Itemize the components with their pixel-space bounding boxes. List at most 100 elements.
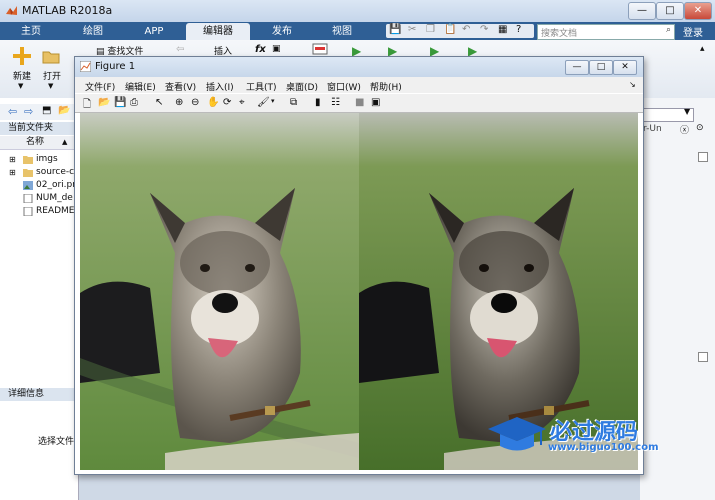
undo-icon[interactable]: ↶ (462, 24, 470, 35)
matlab-logo-icon (5, 4, 18, 17)
list-item[interactable]: NUM_de (36, 193, 73, 203)
new-icon[interactable] (12, 46, 32, 66)
chevron-down-icon[interactable]: ▾ (271, 97, 282, 108)
workspace-item[interactable]: r-Un (643, 124, 662, 134)
legend-icon[interactable]: ☷ (331, 97, 342, 108)
folder-icon (23, 168, 33, 177)
file-icon (23, 206, 33, 217)
search-icon[interactable]: ⌕ (666, 25, 671, 35)
tab-view[interactable]: 视图 (314, 23, 370, 40)
app-titlebar: MATLAB R2018a — □ ✕ (0, 0, 715, 23)
menu-tools[interactable]: 工具(T) (246, 80, 277, 93)
watermark-logo-icon (486, 413, 548, 457)
watermark-url: www.biguo100.com (548, 442, 659, 453)
pan-icon[interactable]: ✋ (207, 97, 219, 108)
help-icon[interactable]: ? (516, 24, 521, 35)
save-figure-icon[interactable]: 💾 (114, 97, 126, 108)
tab-publish[interactable]: 发布 (254, 23, 310, 40)
quick-access-toolbar: 💾 ✂ ❐ 📋 ↶ ↷ ▦ ? (386, 24, 534, 38)
menu-file[interactable]: 文件(F) (85, 80, 115, 93)
chevron-down-icon[interactable]: ▼ (48, 82, 53, 90)
menu-insert[interactable]: 插入(I) (206, 80, 234, 93)
menu-view[interactable]: 查看(V) (165, 80, 196, 93)
copy-icon[interactable]: ❐ (426, 24, 435, 35)
menu-help[interactable]: 帮助(H) (370, 80, 402, 93)
switch-windows-icon[interactable]: ▦ (498, 24, 507, 35)
menu-icon[interactable]: ⊙ (696, 123, 704, 133)
figure-titlebar: Figure 1 — □ ✕ (75, 57, 643, 77)
dock-icon[interactable]: ↘ (629, 80, 636, 89)
back-arrow-icon[interactable]: ⇦ (176, 44, 184, 55)
ribbon-collapse-icon[interactable]: ▴ (700, 44, 705, 54)
list-item[interactable]: 02_ori.pn (36, 180, 78, 190)
expand-icon[interactable]: ⊞ (9, 155, 16, 164)
new-figure-icon[interactable]: 🗋 (83, 97, 94, 110)
minimize-button[interactable]: — (628, 2, 656, 20)
open-button[interactable]: 打开 (43, 69, 61, 82)
redo-icon[interactable]: ↷ (480, 24, 488, 35)
details-text: 选择文件 (38, 437, 75, 447)
tab-plots[interactable]: 绘图 (64, 23, 122, 40)
original-image (80, 113, 359, 470)
file-list-header[interactable]: 名称 ▲ (0, 136, 78, 150)
app-title: MATLAB R2018a (22, 4, 113, 17)
figure-window: Figure 1 — □ ✕ 文件(F) 编辑(E) 查看(V) 插入(I) 工… (74, 56, 644, 475)
name-column-header[interactable]: 名称 (26, 136, 44, 149)
file-icon (23, 193, 33, 204)
open-file-icon[interactable]: 📂 (98, 97, 110, 108)
menu-edit[interactable]: 编辑(E) (125, 80, 156, 93)
scrollbar-handle[interactable] (698, 152, 708, 162)
menu-window[interactable]: 窗口(W) (327, 80, 361, 93)
figure-menubar: 文件(F) 编辑(E) 查看(V) 插入(I) 工具(T) 桌面(D) 窗口(W… (75, 77, 643, 93)
expand-icon[interactable]: ⊞ (9, 168, 16, 177)
paste-icon[interactable]: 📋 (444, 24, 456, 35)
browse-folder-icon[interactable]: 📂 (58, 105, 70, 116)
back-arrow-icon[interactable]: ⇦ (8, 105, 17, 118)
figure-title: Figure 1 (95, 61, 136, 72)
cut-icon[interactable]: ✂ (408, 24, 416, 35)
address-bar: ⇦ ⇨ ⬒ 📂 (0, 104, 78, 120)
folder-icon (23, 155, 33, 164)
chevron-down-icon[interactable]: ▼ (18, 82, 23, 90)
tab-editor[interactable]: 编辑器 (186, 23, 250, 40)
new-button[interactable]: 新建 (13, 69, 31, 82)
fx-button[interactable]: fx (255, 44, 266, 55)
colorbar-icon[interactable]: ▮ (315, 97, 326, 108)
rotate-3d-icon[interactable]: ⟳ (223, 97, 234, 108)
show-plot-tools-icon[interactable]: ▣ (371, 97, 382, 108)
tab-home[interactable]: 主页 (3, 23, 59, 40)
maximize-button[interactable]: □ (656, 2, 684, 20)
figure-maximize-button[interactable]: □ (589, 60, 613, 75)
list-item[interactable]: README (36, 206, 74, 216)
scrollbar-handle[interactable] (698, 352, 708, 362)
chevron-down-icon[interactable]: ▼ (684, 107, 690, 116)
image-file-icon (23, 181, 33, 190)
figure-toolbar: 🗋 📂 💾 ⎙ ↖ ⊕ ⊖ ✋ ⟳ ⌖ 🖌 ▾ ⧉ ▮ ☷ ■ ▣ (75, 94, 643, 113)
save-icon[interactable]: 💾 (389, 24, 401, 35)
zoom-in-icon[interactable]: ⊕ (175, 97, 186, 108)
sort-arrow-icon: ▲ (62, 138, 68, 146)
figure-minimize-button[interactable]: — (565, 60, 589, 75)
tab-apps[interactable]: APP (126, 23, 182, 40)
ribbon-tabbar: 主页 绘图 APP 编辑器 发布 视图 💾 ✂ ❐ 📋 ↶ ↷ ▦ ? 搜索文档… (0, 22, 715, 40)
link-plot-icon[interactable]: ⧉ (290, 97, 301, 108)
close-button[interactable]: ✕ (684, 2, 712, 20)
figure-icon (79, 60, 92, 73)
hide-plot-tools-icon[interactable]: ■ (355, 97, 366, 108)
close-icon[interactable]: ⓧ (680, 123, 689, 136)
search-input[interactable]: 搜索文档 ⌕ (537, 24, 675, 40)
edit-plot-icon[interactable]: ↖ (155, 97, 166, 108)
login-link[interactable]: 登录 (683, 24, 703, 39)
brush-icon[interactable]: 🖌 (257, 97, 270, 108)
print-icon[interactable]: ⎙ (130, 97, 141, 108)
data-cursor-icon[interactable]: ⌖ (239, 97, 250, 108)
forward-arrow-icon[interactable]: ⇨ (24, 105, 33, 118)
comment-icon[interactable]: ▣ (272, 44, 281, 54)
figure-close-button[interactable]: ✕ (613, 60, 637, 75)
zoom-out-icon[interactable]: ⊖ (191, 97, 202, 108)
breakpoint-icon[interactable] (312, 43, 328, 55)
list-item[interactable]: imgs (36, 154, 58, 164)
open-folder-icon[interactable] (42, 48, 60, 64)
menu-desktop[interactable]: 桌面(D) (286, 80, 318, 93)
up-folder-icon[interactable]: ⬒ (42, 105, 51, 116)
